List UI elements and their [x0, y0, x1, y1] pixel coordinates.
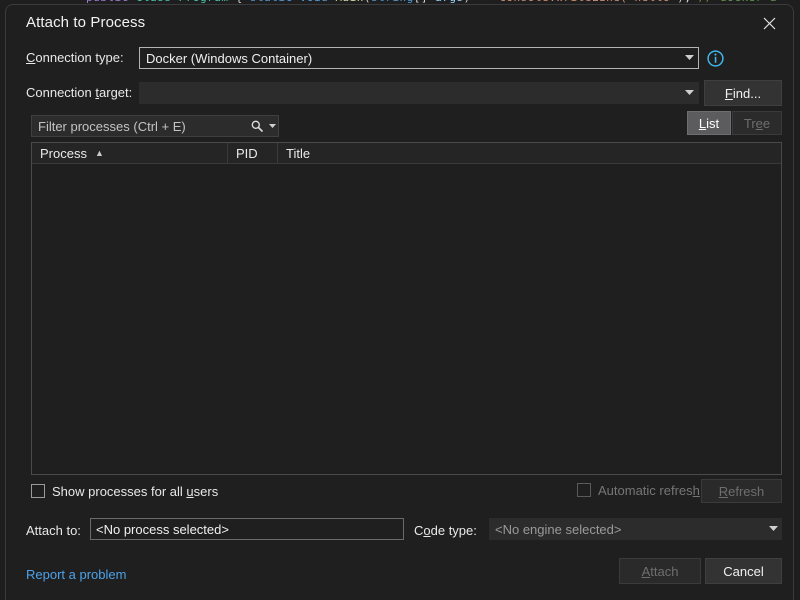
connection-target-combobox[interactable] — [139, 82, 699, 104]
view-toggle-tree-label: Tree — [744, 116, 770, 131]
chevron-down-icon — [680, 48, 698, 68]
view-toggle-list-label: List — [699, 116, 719, 131]
attach-to-process-dialog: Attach to Process Connection type: Docke… — [5, 4, 794, 600]
chevron-down-icon — [764, 518, 782, 540]
dialog-title: Attach to Process — [26, 14, 145, 31]
close-icon[interactable] — [749, 8, 789, 38]
attach-to-field[interactable]: <No process selected> — [90, 518, 404, 540]
automatic-refresh-label: Automatic refresh — [598, 483, 700, 498]
attach-button[interactable]: Attach — [619, 558, 701, 584]
find-button-label: Find... — [725, 86, 761, 101]
column-header-process-label: Process — [40, 146, 87, 161]
view-toggle-list[interactable]: List — [687, 111, 731, 135]
dialog-titlebar: Attach to Process — [6, 5, 793, 43]
connection-target-label: Connection target: — [26, 85, 132, 100]
search-icon — [248, 120, 266, 132]
info-icon[interactable] — [707, 50, 724, 67]
attach-to-value: <No process selected> — [91, 522, 229, 537]
refresh-button-label: Refresh — [719, 484, 765, 499]
filter-processes-placeholder: Filter processes (Ctrl + E) — [32, 119, 248, 134]
connection-type-label: Connection type: — [26, 50, 124, 65]
chevron-down-icon[interactable] — [266, 124, 278, 129]
attach-button-label: Attach — [642, 564, 679, 579]
filter-processes-input[interactable]: Filter processes (Ctrl + E) — [31, 115, 279, 137]
column-header-process[interactable]: Process ▲ — [32, 143, 228, 163]
column-header-title-label: Title — [286, 146, 310, 161]
connection-type-combobox[interactable]: Docker (Windows Container) — [139, 47, 699, 69]
process-listview-header: Process ▲ PID Title — [32, 143, 781, 164]
cancel-button[interactable]: Cancel — [705, 558, 782, 584]
chevron-down-icon — [680, 83, 698, 103]
show-all-users-label[interactable]: Show processes for all users — [52, 484, 218, 499]
sort-ascending-icon: ▲ — [95, 149, 104, 158]
refresh-button[interactable]: Refresh — [701, 479, 782, 503]
column-header-pid-label: PID — [236, 146, 258, 161]
report-a-problem-link[interactable]: Report a problem — [26, 567, 126, 582]
find-button[interactable]: Find... — [704, 80, 782, 106]
view-toggle-tree[interactable]: Tree — [732, 111, 782, 135]
cancel-button-label: Cancel — [723, 564, 763, 579]
show-all-users-checkbox[interactable] — [31, 484, 45, 498]
process-listview[interactable]: Process ▲ PID Title — [31, 142, 782, 475]
automatic-refresh-checkbox[interactable] — [577, 483, 591, 497]
attach-to-label: Attach to: — [26, 523, 81, 538]
column-header-pid[interactable]: PID — [228, 143, 278, 163]
code-type-combobox[interactable]: <No engine selected> — [489, 518, 782, 540]
connection-type-value: Docker (Windows Container) — [140, 51, 680, 66]
column-header-title[interactable]: Title — [278, 143, 781, 163]
process-listview-body[interactable] — [32, 164, 781, 474]
code-type-label: Code type: — [414, 523, 477, 538]
code-type-value: <No engine selected> — [489, 522, 764, 537]
